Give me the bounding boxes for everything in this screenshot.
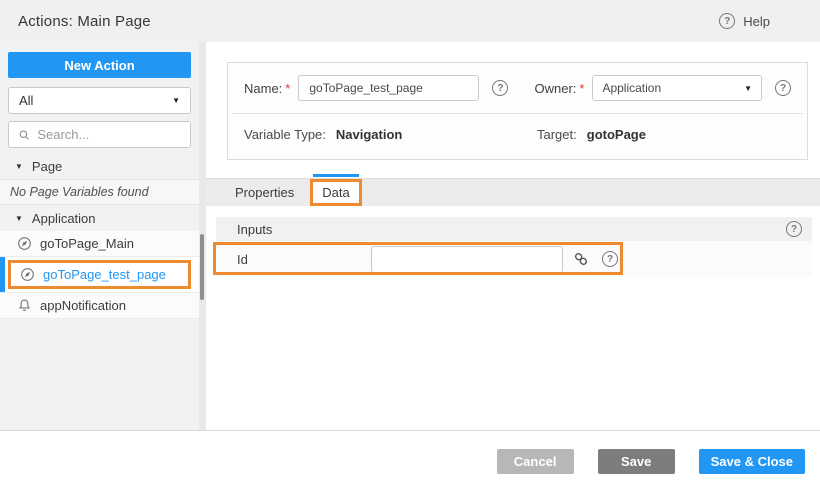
footer-buttons: Cancel Save Save & Close (497, 449, 805, 474)
search-icon (18, 128, 30, 142)
main-panel: Name: * ? Owner: * Application ▼ ? Va (206, 42, 820, 430)
tab-bar: Properties Data (206, 178, 820, 206)
search-input[interactable] (37, 127, 181, 142)
bell-icon (17, 298, 32, 313)
variable-tree: ▼ Page No Page Variables found ▼ Applica… (0, 153, 199, 319)
footer: Cancel Save Save & Close (0, 431, 820, 490)
navigation-icon (20, 267, 35, 282)
required-marker: * (579, 81, 584, 96)
chevron-down-icon: ▼ (744, 84, 752, 93)
tree-item-label: appNotification (40, 298, 126, 313)
tab-properties[interactable]: Properties (226, 179, 303, 206)
type-target-row: Variable Type: Navigation Target: gotoPa… (228, 114, 807, 142)
save-and-close-button[interactable]: Save & Close (699, 449, 805, 474)
app-window: Actions: Main Page ? Help New Action All… (0, 0, 820, 490)
page-title: Actions: Main Page (18, 13, 151, 30)
help-icon: ? (719, 13, 735, 29)
action-properties-card: Name: * ? Owner: * Application ▼ ? Va (227, 62, 808, 160)
owner-select[interactable]: Application ▼ (592, 75, 762, 101)
target-value: gotoPage (587, 127, 646, 142)
variable-type-value: Navigation (336, 127, 402, 142)
page-empty-message: No Page Variables found (0, 179, 199, 205)
annotation-box: goToPage_test_page (8, 260, 191, 289)
save-button[interactable]: Save (598, 449, 675, 474)
navigation-icon (17, 236, 32, 251)
tree-item-appnotification[interactable]: appNotification (0, 293, 199, 319)
collapse-caret-icon: ▼ (15, 162, 23, 171)
help-link[interactable]: ? Help (719, 13, 770, 29)
search-box (8, 121, 191, 148)
tree-group-label: Application (32, 211, 96, 226)
tree-item-gotopage-main[interactable]: goToPage_Main (0, 231, 199, 257)
name-help-icon[interactable]: ? (492, 80, 508, 96)
inputs-section-header: Inputs ? (216, 217, 812, 241)
tree-item-label: goToPage_Main (40, 236, 134, 251)
input-row-id: Id ? (216, 241, 812, 277)
help-label: Help (743, 14, 770, 29)
required-marker: * (285, 81, 290, 96)
scrollbar-thumb[interactable] (200, 234, 204, 300)
inputs-section: Inputs ? Id ? (216, 217, 812, 277)
new-action-button[interactable]: New Action (8, 52, 191, 78)
tree-item-label: goToPage_test_page (43, 267, 166, 282)
inputs-title: Inputs (237, 222, 272, 237)
sidebar-scrollbar[interactable] (199, 42, 206, 430)
sidebar: New Action All ▼ ▼ Page No Page Variable… (0, 42, 199, 430)
target-label: Target: (537, 127, 577, 142)
filter-dropdown[interactable]: All ▼ (8, 87, 191, 114)
bind-variable-button[interactable] (573, 251, 589, 267)
tab-label: Data (322, 185, 349, 200)
variable-type-label: Variable Type: (244, 127, 326, 142)
tab-data[interactable]: Data (310, 179, 361, 206)
id-field[interactable] (371, 246, 563, 273)
collapse-caret-icon: ▼ (15, 214, 23, 223)
tree-group-application[interactable]: ▼ Application (0, 205, 199, 231)
tab-label: Properties (235, 185, 294, 200)
link-icon (573, 251, 589, 267)
owner-label: Owner: * (534, 81, 584, 96)
name-field[interactable] (298, 75, 479, 101)
id-label: Id (237, 252, 371, 267)
filter-dropdown-value: All (19, 93, 33, 108)
tree-item-gotopage-test-page[interactable]: goToPage_test_page (0, 257, 199, 293)
page-header: Actions: Main Page ? Help (0, 0, 820, 42)
target-pair: Target: gotoPage (537, 127, 646, 142)
name-label: Name: * (244, 81, 290, 96)
active-tab-indicator (313, 174, 358, 177)
tree-group-label: Page (32, 159, 62, 174)
id-help-icon[interactable]: ? (602, 251, 618, 267)
variable-type-pair: Variable Type: Navigation (244, 127, 537, 142)
chevron-down-icon: ▼ (172, 96, 180, 105)
name-owner-row: Name: * ? Owner: * Application ▼ ? (228, 63, 807, 101)
cancel-button[interactable]: Cancel (497, 449, 574, 474)
inputs-help-icon[interactable]: ? (786, 221, 802, 237)
owner-select-value: Application (602, 81, 661, 95)
tree-group-page[interactable]: ▼ Page (0, 153, 199, 179)
owner-help-icon[interactable]: ? (775, 80, 791, 96)
